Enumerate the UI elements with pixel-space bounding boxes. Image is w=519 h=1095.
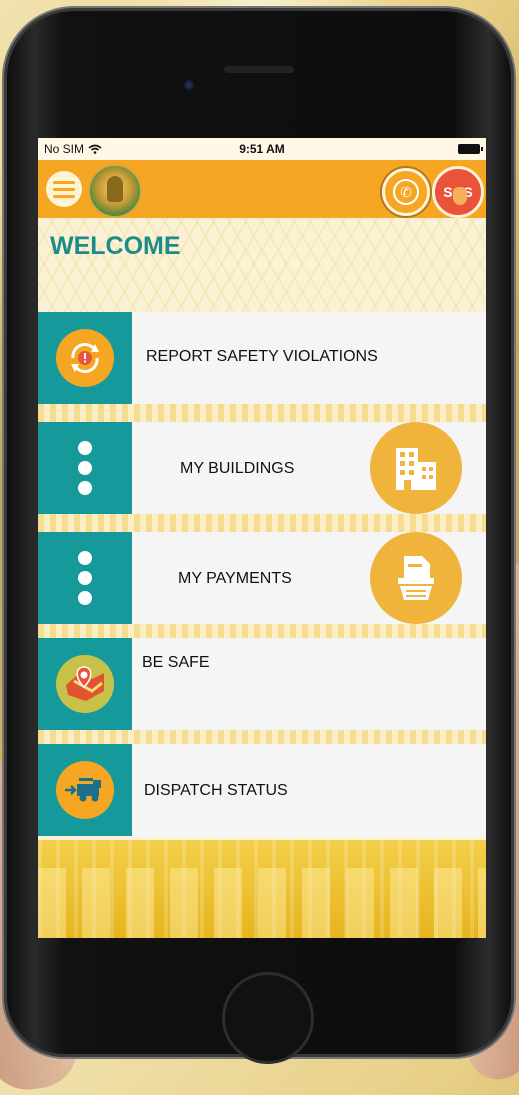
menu-item-dispatch-status[interactable]: DISPATCH STATUS	[38, 744, 486, 836]
home-button[interactable]	[222, 972, 314, 1064]
hand-tap-icon	[453, 187, 467, 205]
fire-truck-icon	[56, 761, 114, 819]
menu-item-label: DISPATCH STATUS	[144, 782, 288, 799]
app-screen: No SIM 9:51 AM ✆ SOS WELCOME	[38, 138, 486, 938]
more-dots-icon	[78, 551, 92, 605]
emblem-logo	[88, 164, 142, 218]
page-title: WELCOME	[50, 232, 181, 260]
menu-item-label: REPORT SAFETY VIOLATIONS	[146, 348, 378, 365]
map-pin-icon	[56, 655, 114, 713]
wifi-icon	[88, 144, 102, 154]
clock: 9:51 AM	[239, 142, 285, 156]
hamburger-icon[interactable]	[46, 171, 82, 207]
call-button[interactable]: ✆	[382, 168, 430, 216]
status-bar: No SIM 9:51 AM	[38, 138, 486, 160]
divider	[38, 404, 486, 422]
app-header: ✆ SOS	[38, 160, 486, 218]
welcome-banner: WELCOME	[38, 218, 486, 312]
divider	[38, 514, 486, 532]
earpiece-speaker	[224, 66, 294, 73]
footer-decoration	[38, 840, 486, 938]
front-camera	[182, 78, 196, 92]
menu-item-my-buildings[interactable]: MY BUILDINGS	[38, 422, 486, 514]
menu-item-label: MY PAYMENTS	[178, 570, 292, 587]
menu-item-report-safety-violations[interactable]: REPORT SAFETY VIOLATIONS	[38, 312, 486, 404]
building-icon	[370, 422, 462, 514]
menu-item-be-safe[interactable]: BE SAFE	[38, 638, 486, 730]
battery-icon	[458, 144, 483, 154]
more-dots-icon	[78, 441, 92, 495]
carrier-label: No SIM	[44, 142, 85, 156]
phone-icon: ✆	[393, 179, 419, 205]
menu-item-my-payments[interactable]: MY PAYMENTS	[38, 532, 486, 624]
sos-button[interactable]: SOS	[432, 166, 484, 218]
menu-item-label: BE SAFE	[142, 654, 210, 671]
warning-refresh-icon	[56, 329, 114, 387]
menu-item-label: MY BUILDINGS	[180, 460, 295, 477]
invoice-icon	[370, 532, 462, 624]
